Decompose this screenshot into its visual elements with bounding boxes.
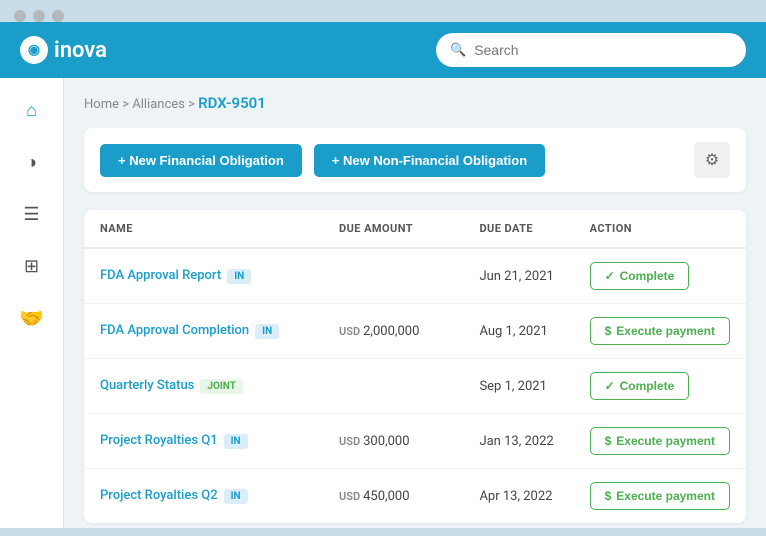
col-header-action: ACTION (574, 210, 746, 248)
search-input[interactable] (474, 42, 732, 58)
logo: ◉ inova (20, 36, 107, 64)
search-bar[interactable]: 🔍 (436, 33, 746, 67)
action-icon-0: ✓ (605, 269, 615, 283)
row-tag-3: IN (224, 434, 248, 449)
row-date-3: Jan 13, 2022 (463, 414, 573, 469)
logo-icon: ◉ (20, 36, 48, 64)
network-icon: ⊞ (24, 256, 39, 277)
settings-icon: ⚙ (705, 150, 719, 170)
row-action-1[interactable]: $ Execute payment (590, 317, 730, 345)
row-action-4[interactable]: $ Execute payment (590, 482, 730, 510)
window-dot-2 (33, 10, 45, 22)
table-header: NAME DUE AMOUNT DUE DATE ACTION (84, 210, 746, 248)
sidebar-item-partners[interactable]: 🤝 (10, 296, 54, 340)
table-row: FDA Approval Report IN Jun 21, 2021 ✓ Compl… (84, 248, 746, 304)
row-tag-0: IN (227, 269, 251, 284)
sidebar-item-contacts[interactable]: ☰ (10, 192, 54, 236)
row-action-2[interactable]: ✓ Complete (590, 372, 690, 400)
sidebar-item-analytics[interactable]: ◑ (10, 140, 54, 184)
row-name-4[interactable]: Project Royalties Q2 (100, 488, 218, 503)
search-icon: 🔍 (450, 43, 466, 58)
row-date-2: Sep 1, 2021 (463, 359, 573, 414)
window-chrome (0, 0, 766, 22)
row-name-0[interactable]: FDA Approval Report (100, 268, 221, 283)
sidebar-item-network[interactable]: ⊞ (10, 244, 54, 288)
table-row: Quarterly Status JOINT Sep 1, 2021 ✓ Comple… (84, 359, 746, 414)
action-icon-4: $ (605, 489, 612, 503)
action-icon-3: $ (605, 434, 612, 448)
logo-text: inova (54, 38, 107, 63)
obligations-table: NAME DUE AMOUNT DUE DATE ACTION FDA Appr… (84, 210, 746, 523)
col-header-amount: DUE AMOUNT (323, 210, 463, 248)
row-name-3[interactable]: Project Royalties Q1 (100, 433, 218, 448)
table-row: Project Royalties Q2INUSD450,000Apr 13, … (84, 469, 746, 524)
row-name-1[interactable]: FDA Approval Completion (100, 323, 249, 338)
breadcrumb-sep2: > (188, 97, 198, 112)
row-currency-3: USD (339, 435, 360, 448)
row-date-4: Apr 13, 2022 (463, 469, 573, 524)
row-tag-2: JOINT (200, 379, 243, 394)
window-dot-1 (14, 10, 26, 22)
breadcrumb-current: RDX-9501 (198, 94, 266, 112)
breadcrumb-home[interactable]: Home (84, 97, 119, 112)
new-nonfinancial-obligation-button[interactable]: + New Non-Financial Obligation (314, 144, 545, 177)
home-icon: ⌂ (26, 100, 37, 121)
content-area: Home > Alliances > RDX-9501 + New Financ… (64, 78, 766, 528)
action-icon-1: $ (605, 324, 612, 338)
sidebar: ⌂ ◑ ☰ ⊞ 🤝 (0, 78, 64, 528)
new-financial-obligation-button[interactable]: + New Financial Obligation (100, 144, 302, 177)
row-date-1: Aug 1, 2021 (463, 304, 573, 359)
settings-button[interactable]: ⚙ (694, 142, 730, 178)
top-nav: ◉ inova 🔍 (0, 22, 766, 78)
table-row: FDA Approval CompletionINUSD2,000,000Aug… (84, 304, 746, 359)
table-row: Project Royalties Q1INUSD300,000Jan 13, … (84, 414, 746, 469)
row-currency-1: USD (339, 325, 360, 338)
breadcrumb-alliances[interactable]: Alliances (132, 97, 185, 112)
sidebar-item-home[interactable]: ⌂ (10, 88, 54, 132)
breadcrumb: Home > Alliances > RDX-9501 (84, 94, 746, 112)
row-action-3[interactable]: $ Execute payment (590, 427, 730, 455)
breadcrumb-sep1: > (122, 97, 132, 112)
row-tag-4: IN (224, 489, 248, 504)
row-tag-1: IN (255, 324, 279, 339)
contacts-icon: ☰ (23, 204, 39, 225)
col-header-date: DUE DATE (463, 210, 573, 248)
toolbar: + New Financial Obligation + New Non-Fin… (84, 128, 746, 192)
row-date-0: Jun 21, 2021 (463, 248, 573, 304)
partners-icon: 🤝 (19, 306, 44, 330)
row-action-0[interactable]: ✓ Complete (590, 262, 690, 290)
analytics-icon: ◑ (26, 152, 37, 173)
col-header-name: NAME (84, 210, 323, 248)
main-layout: ⌂ ◑ ☰ ⊞ 🤝 Home > Alliances > RDX-9501 + … (0, 78, 766, 528)
row-name-2[interactable]: Quarterly Status (100, 378, 194, 393)
action-icon-2: ✓ (605, 379, 615, 393)
window-dot-3 (52, 10, 64, 22)
row-currency-4: USD (339, 490, 360, 503)
